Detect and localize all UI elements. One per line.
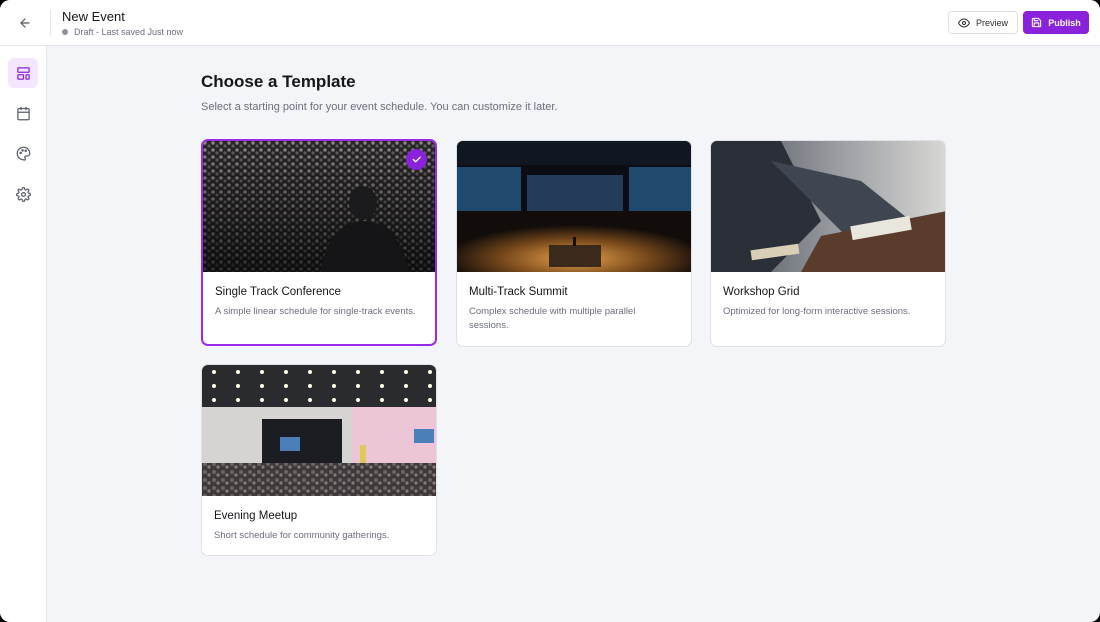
template-name: Workshop Grid — [723, 286, 800, 298]
publish-button[interactable]: Publish — [1023, 11, 1089, 34]
template-name: Single Track Conference — [215, 286, 341, 298]
sidebar-item-theme[interactable] — [8, 138, 38, 168]
template-thumbnail — [202, 365, 436, 496]
sidebar-item-templates[interactable] — [8, 58, 38, 88]
template-thumbnail — [711, 141, 945, 272]
publish-label: Publish — [1048, 17, 1081, 28]
template-description: Optimized for long-form interactive sess… — [723, 306, 911, 317]
template-thumbnail — [457, 141, 691, 272]
gear-icon — [15, 186, 31, 202]
arrow-left-icon — [20, 18, 30, 28]
template-thumbnail — [203, 141, 435, 272]
template-description: Short schedule for community gatherings. — [214, 530, 390, 541]
status-dot-icon — [62, 29, 68, 35]
app-window: New Event Draft - Last saved Just now Pr… — [0, 0, 1100, 622]
template-card-workshop[interactable]: Workshop Grid Optimized for long-form in… — [710, 140, 946, 347]
eye-icon — [957, 18, 970, 27]
main-content: Choose a Template Select a starting poin… — [47, 46, 1100, 622]
palette-icon — [16, 146, 30, 161]
page-title: Choose a Template — [201, 72, 356, 91]
template-description: Complex schedule with multiple parallel … — [469, 306, 636, 331]
title-block: New Event Draft - Last saved Just now — [62, 9, 183, 37]
top-bar: New Event Draft - Last saved Just now Pr… — [0, 0, 1100, 46]
calendar-icon — [16, 106, 30, 120]
template-description: A simple linear schedule for single-trac… — [215, 306, 416, 317]
sidebar-item-calendar[interactable] — [8, 98, 38, 128]
template-card-evening-meetup[interactable]: Evening Meetup Short schedule for commun… — [201, 364, 437, 556]
back-button[interactable] — [12, 10, 38, 36]
preview-label: Preview — [975, 17, 1008, 28]
save-icon — [1032, 17, 1042, 28]
page-subtitle: Select a starting point for your event s… — [201, 101, 558, 113]
layout-template-icon — [16, 66, 30, 80]
template-card-multi-track[interactable]: Multi-Track Summit Complex schedule with… — [456, 140, 692, 347]
selected-check-badge — [406, 149, 427, 170]
status-row: Draft - Last saved Just now — [62, 27, 183, 37]
sidebar-item-settings[interactable] — [8, 179, 38, 209]
sidebar — [0, 46, 47, 622]
template-name: Multi-Track Summit — [469, 286, 568, 298]
check-icon — [412, 156, 421, 163]
preview-button[interactable]: Preview — [948, 11, 1018, 34]
header-divider — [50, 10, 51, 36]
template-card-single-track[interactable]: Single Track Conference A simple linear … — [201, 139, 437, 346]
save-status: Draft - Last saved Just now — [74, 27, 184, 37]
template-name: Evening Meetup — [214, 510, 298, 522]
event-title: New Event — [62, 9, 125, 24]
